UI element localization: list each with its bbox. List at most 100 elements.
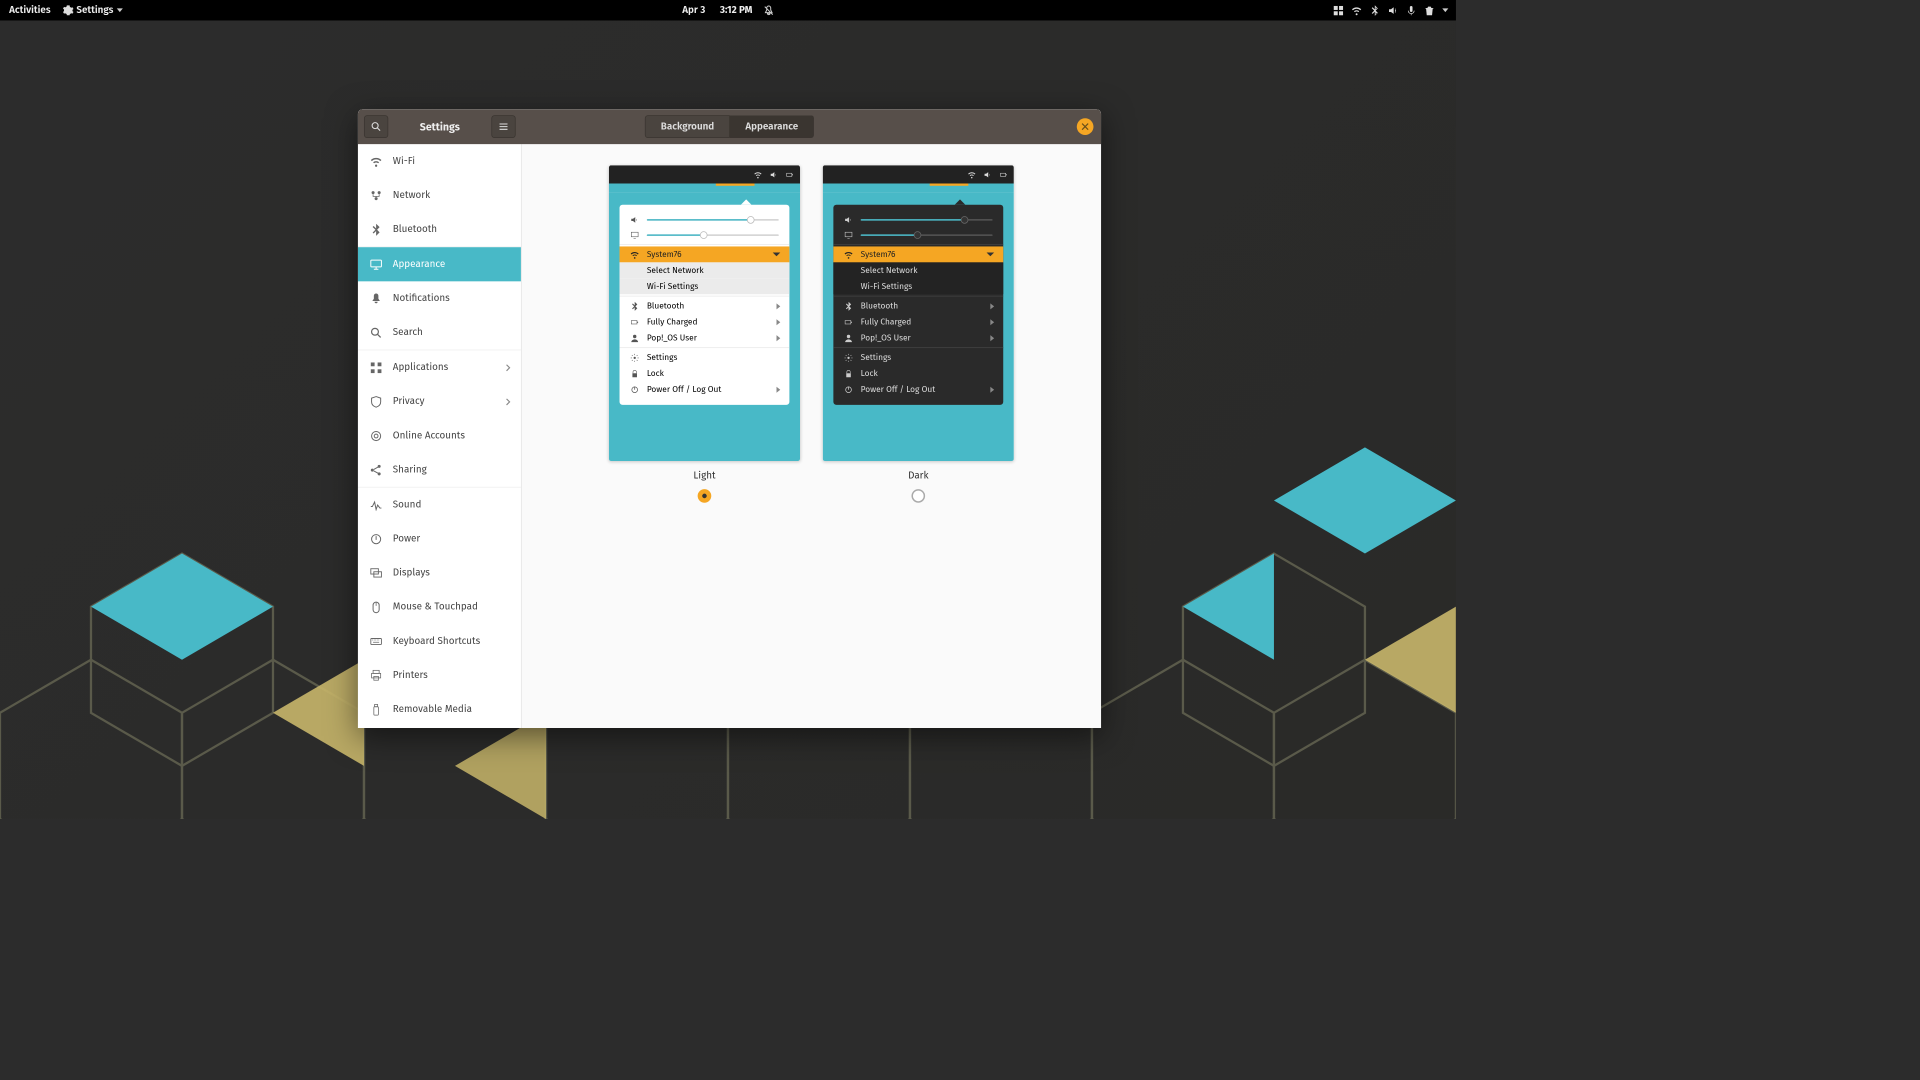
preview-select-network: Select Network	[647, 265, 704, 275]
radio-dark[interactable]	[911, 489, 925, 503]
tab-appearance[interactable]: Appearance	[730, 115, 814, 138]
battery-icon	[999, 170, 1007, 178]
sidebar-item-label: Keyboard Shortcuts	[393, 635, 480, 646]
preview-lock: Lock	[861, 369, 878, 379]
app-menu[interactable]: Settings	[63, 5, 123, 16]
chevron-right-icon	[990, 319, 994, 325]
light-preview[interactable]: System76 Select Network Wi-Fi Settings B…	[609, 165, 800, 461]
sidebar-item-label: Privacy	[393, 396, 425, 407]
sidebar-item-label: Applications	[393, 362, 448, 373]
sidebar-item-online-accounts[interactable]: Online Accounts	[358, 419, 521, 453]
preview-battery: Fully Charged	[647, 317, 698, 327]
sidebar-item-power[interactable]: Power	[358, 522, 521, 556]
sidebar-item-notifications[interactable]: Notifications	[358, 281, 521, 315]
sidebar-item-displays[interactable]: Displays	[358, 556, 521, 590]
close-button[interactable]	[1077, 118, 1094, 135]
chevron-down-icon	[116, 8, 122, 12]
notification-disabled-icon	[763, 5, 774, 16]
volume-icon	[844, 215, 853, 224]
sidebar-item-privacy[interactable]: Privacy	[358, 384, 521, 418]
preview-wifi-settings: Wi-Fi Settings	[861, 281, 913, 291]
chevron-right-icon	[776, 319, 780, 325]
titlebar[interactable]: Settings Background Appearance	[358, 109, 1101, 144]
preview-lock: Lock	[647, 369, 664, 379]
bluetooth-icon	[844, 301, 853, 310]
preview-battery: Fully Charged	[861, 317, 912, 327]
top-panel: Activities Settings Apr 3 3:12 PM	[0, 0, 1456, 20]
bluetooth-icon[interactable]	[1369, 5, 1380, 16]
wifi-icon	[370, 155, 382, 167]
displays-icon	[370, 567, 382, 579]
sidebar: Wi-Fi Network Bluetooth Appearance Notif…	[358, 144, 522, 728]
preview-wifi-ssid: System76	[861, 249, 896, 259]
sidebar-item-sharing[interactable]: Sharing	[358, 453, 521, 487]
search-button[interactable]	[364, 115, 388, 138]
chevron-right-icon	[776, 303, 780, 309]
chevron-right-icon	[504, 364, 512, 372]
workspaces-icon[interactable]	[1333, 5, 1344, 16]
view-switcher: Background Appearance	[645, 115, 814, 138]
volume-icon[interactable]	[1388, 5, 1399, 16]
chevron-right-icon	[990, 335, 994, 341]
mouse-icon	[370, 601, 382, 613]
usb-icon	[370, 703, 382, 715]
tab-background[interactable]: Background	[645, 115, 730, 138]
preview-power-off: Power Off / Log Out	[861, 384, 936, 394]
preview-bluetooth: Bluetooth	[861, 301, 898, 311]
gear-icon	[844, 353, 853, 362]
sidebar-item-sound[interactable]: Sound	[358, 488, 521, 522]
sidebar-item-label: Removable Media	[393, 704, 472, 715]
power-icon	[370, 533, 382, 545]
dark-preview[interactable]: System76 Select Network Wi-Fi Settings B…	[823, 165, 1014, 461]
preview-wifi-ssid: System76	[647, 249, 682, 259]
hamburger-button[interactable]	[491, 115, 515, 138]
sidebar-item-wifi[interactable]: Wi-Fi	[358, 144, 521, 178]
wifi-icon[interactable]	[1351, 5, 1362, 16]
microphone-icon[interactable]	[1406, 5, 1417, 16]
preview-user: Pop!_OS User	[647, 333, 697, 343]
lock-icon	[630, 369, 639, 378]
sidebar-item-label: Notifications	[393, 293, 450, 304]
sidebar-item-search[interactable]: Search	[358, 315, 521, 349]
search-icon	[370, 326, 382, 338]
activities-button[interactable]: Activities	[9, 5, 50, 16]
sidebar-item-label: Sharing	[393, 464, 427, 475]
bell-icon	[370, 292, 382, 304]
sidebar-item-mouse-touchpad[interactable]: Mouse & Touchpad	[358, 590, 521, 624]
sidebar-item-label: Network	[393, 190, 430, 201]
volume-icon	[630, 215, 639, 224]
brightness-icon	[630, 231, 639, 240]
sidebar-item-keyboard[interactable]: Keyboard Shortcuts	[358, 624, 521, 658]
radio-light[interactable]	[698, 489, 712, 503]
gear-icon	[630, 353, 639, 362]
sidebar-item-printers[interactable]: Printers	[358, 658, 521, 692]
theme-label-dark: Dark	[908, 470, 928, 481]
keyboard-icon	[370, 635, 382, 647]
gear-icon	[63, 5, 74, 16]
sidebar-item-network[interactable]: Network	[358, 178, 521, 212]
system-menu-chevron-icon[interactable]	[1442, 8, 1448, 12]
preview-settings: Settings	[647, 353, 678, 363]
sidebar-item-label: Power	[393, 533, 420, 544]
trash-icon[interactable]	[1424, 5, 1435, 16]
sidebar-item-label: Online Accounts	[393, 430, 465, 441]
theme-option-dark: System76 Select Network Wi-Fi Settings B…	[823, 165, 1014, 706]
power-icon	[630, 385, 639, 394]
sidebar-item-applications[interactable]: Applications	[358, 350, 521, 384]
wifi-icon	[754, 170, 762, 178]
search-icon	[371, 121, 382, 132]
sidebar-item-removable-media[interactable]: Removable Media	[358, 692, 521, 726]
battery-icon	[786, 170, 794, 178]
volume-icon	[770, 170, 778, 178]
window-title: Settings	[393, 120, 487, 133]
chevron-right-icon	[990, 386, 994, 392]
grid-icon	[370, 361, 382, 373]
sidebar-item-appearance[interactable]: Appearance	[358, 247, 521, 281]
sidebar-item-bluetooth[interactable]: Bluetooth	[358, 212, 521, 246]
theme-label-light: Light	[693, 470, 715, 481]
network-icon	[370, 189, 382, 201]
brightness-icon	[844, 231, 853, 240]
sidebar-item-label: Mouse & Touchpad	[393, 601, 478, 612]
wifi-icon	[844, 250, 853, 259]
clock[interactable]: Apr 3 3:12 PM	[682, 5, 773, 16]
